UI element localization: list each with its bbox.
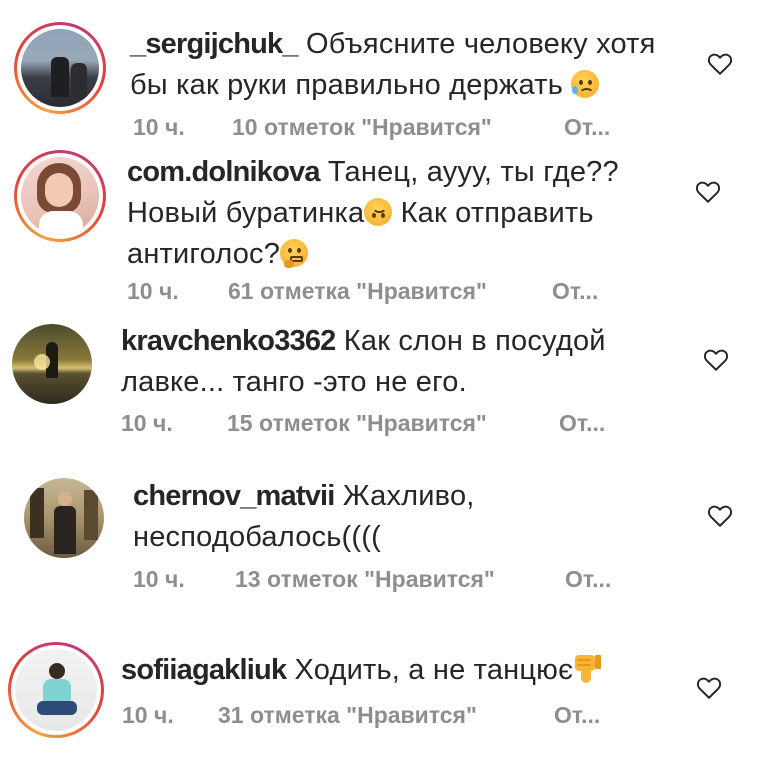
heart-outline-icon[interactable] [703, 348, 729, 372]
comment-username[interactable]: sofiiagakliuk [121, 654, 287, 686]
avatar-story-ring[interactable] [14, 22, 106, 114]
comment-time: 10 ч. [127, 278, 179, 304]
avatar-story-ring[interactable] [14, 150, 106, 242]
reply-button[interactable]: От... [554, 702, 600, 729]
comment-likes-count[interactable]: 61 отметка "Нравится" [228, 278, 487, 305]
comment-item: _sergijchuk_ Объясните человеку хотя бы … [0, 0, 768, 150]
comment-username[interactable]: com.dolnikova [127, 156, 320, 188]
sad-face-emoji [571, 70, 600, 98]
reply-button[interactable]: От... [552, 278, 598, 305]
comment-text: Танец, аууу, ты где?? [327, 156, 619, 188]
comment-text: Новый буратинка [127, 197, 365, 229]
heart-outline-icon[interactable] [707, 52, 733, 76]
comment-username[interactable]: chernov_matvii [133, 480, 335, 512]
comment-likes-count[interactable]: 31 отметка "Нравится" [218, 702, 477, 729]
comment-text: несподобалось(((( [133, 521, 381, 553]
comment-text: Как отправить [400, 197, 594, 229]
avatar [21, 29, 99, 107]
comment-text: бы как руки правильно держать [130, 69, 564, 101]
comment-likes-count[interactable]: 10 отметок "Нравится" [232, 114, 492, 141]
heart-outline-icon[interactable] [707, 504, 733, 528]
comment-text: Как слон в посудой [343, 325, 606, 357]
comment-item: kravchenko3362 Как слон в посудой лавке.… [0, 318, 768, 458]
reply-button[interactable]: От... [559, 410, 605, 437]
avatar [21, 157, 99, 235]
avatar [24, 478, 104, 558]
comment-text: антиголос? [127, 238, 281, 270]
comment-time: 10 ч. [133, 566, 185, 592]
comment-username[interactable]: kravchenko3362 [121, 325, 336, 357]
comment-username[interactable]: _sergijchuk_ [130, 28, 299, 60]
avatar [12, 324, 92, 404]
heart-outline-icon[interactable] [696, 676, 722, 700]
avatar-story-ring[interactable] [8, 642, 104, 738]
comment-item: com.dolnikova Танец, аууу, ты где?? Новы… [0, 148, 768, 320]
avatar-wrap[interactable] [12, 324, 92, 404]
heart-outline-icon[interactable] [695, 180, 721, 204]
comment-item: sofiiagakliuk Ходить, а не танцює 10 ч. … [0, 638, 768, 768]
comment-text: Объясните человеку хотя [305, 28, 656, 60]
comment-likes-count[interactable]: 13 отметок "Нравится" [235, 566, 495, 593]
comment-text: Жахливо, [342, 480, 475, 512]
comment-time: 10 ч. [122, 702, 174, 728]
comment-item: chernov_matvii Жахливо, несподобалось(((… [0, 470, 768, 620]
comment-likes-count[interactable]: 15 отметок "Нравится" [227, 410, 487, 437]
comment-time: 10 ч. [121, 410, 173, 436]
comment-text: лавке... танго -это не его. [121, 366, 467, 398]
thumbs-down-emoji [573, 653, 603, 685]
thinking-face-emoji [280, 239, 309, 268]
avatar-wrap[interactable] [24, 478, 104, 558]
upside-down-face-emoji [364, 198, 393, 226]
avatar [15, 649, 97, 731]
comment-time: 10 ч. [133, 114, 185, 140]
reply-button[interactable]: От... [564, 114, 610, 141]
reply-button[interactable]: От... [565, 566, 611, 593]
comment-text: Ходить, а не танцює [294, 654, 574, 686]
